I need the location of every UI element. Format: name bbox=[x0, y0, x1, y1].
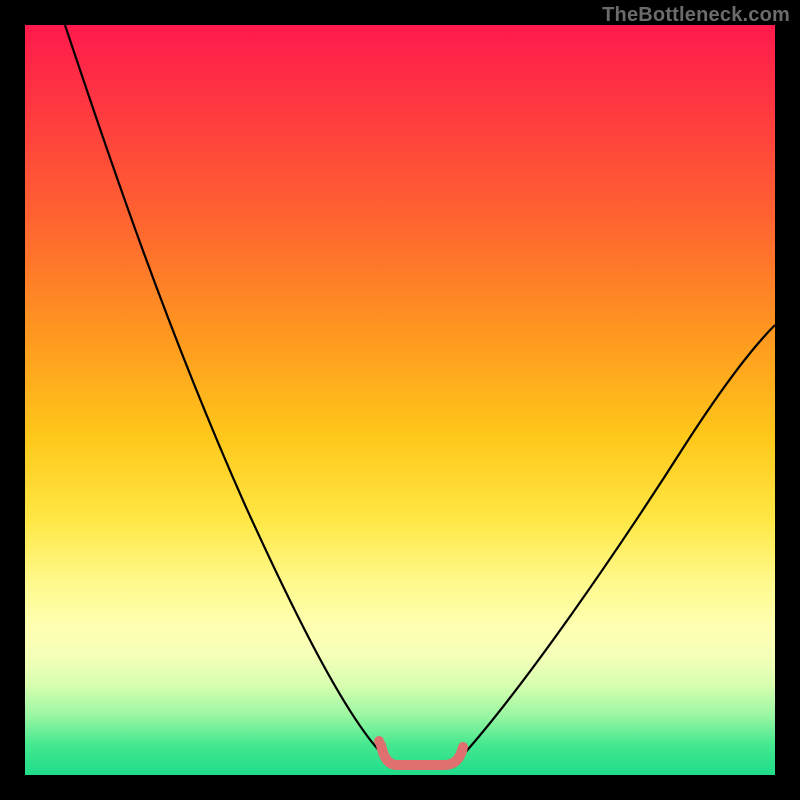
right-curve bbox=[463, 325, 775, 755]
chart-plot-area bbox=[25, 25, 775, 775]
watermark-text: TheBottleneck.com bbox=[602, 4, 790, 27]
bottom-squiggle bbox=[381, 745, 463, 765]
chart-svg bbox=[25, 25, 775, 775]
left-curve bbox=[65, 25, 383, 755]
